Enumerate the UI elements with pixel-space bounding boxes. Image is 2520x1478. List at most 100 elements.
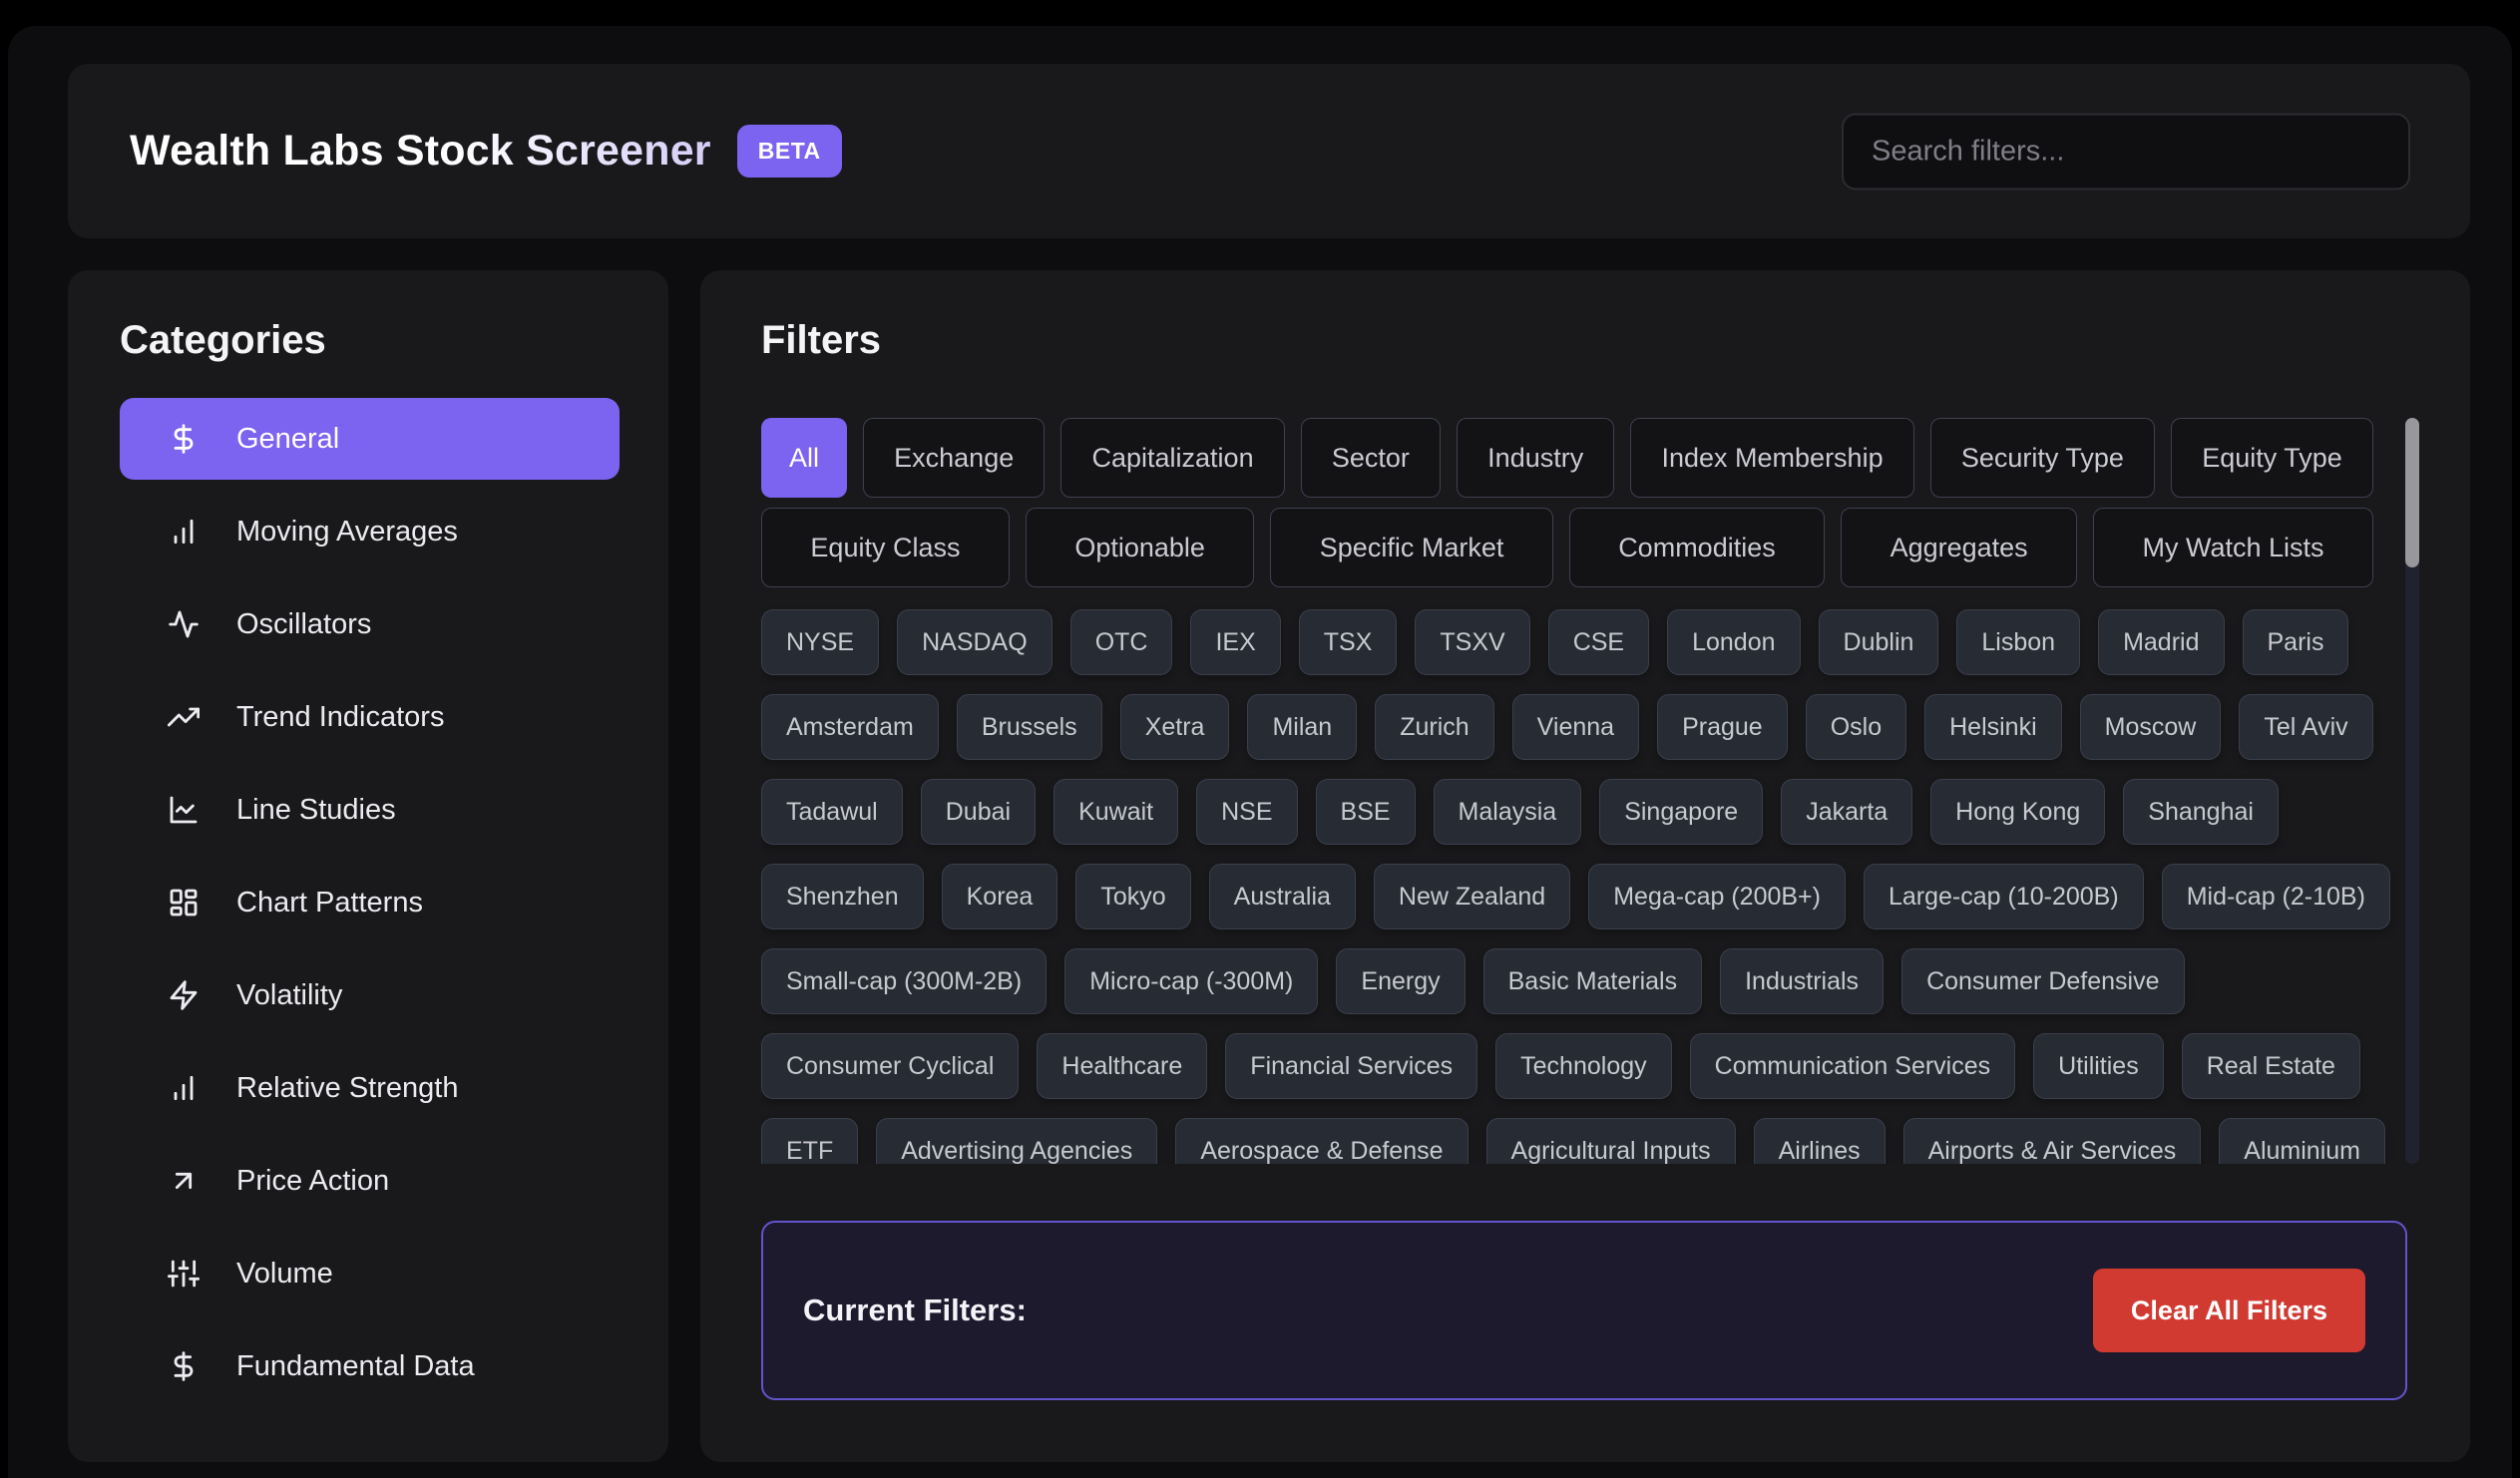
filter-chip-basic-materials[interactable]: Basic Materials [1483, 948, 1703, 1014]
filter-chip-utilities[interactable]: Utilities [2033, 1033, 2164, 1099]
filter-chip-nasdaq[interactable]: NASDAQ [897, 609, 1052, 675]
clear-all-filters-button[interactable]: Clear All Filters [2093, 1269, 2365, 1352]
filter-chip-london[interactable]: London [1667, 609, 1800, 675]
app-background: Wealth Labs Stock Screener BETA Categori… [8, 26, 2512, 1478]
filter-tab-industry[interactable]: Industry [1457, 418, 1614, 498]
sidebar-item-price-action[interactable]: Price Action [120, 1140, 620, 1222]
title-row: Wealth Labs Stock Screener BETA [130, 64, 842, 238]
filter-chip-nyse[interactable]: NYSE [761, 609, 879, 675]
filter-chip-shenzhen[interactable]: Shenzhen [761, 864, 924, 929]
filter-chip-vienna[interactable]: Vienna [1512, 694, 1639, 760]
filter-chip-tel-aviv[interactable]: Tel Aviv [2239, 694, 2372, 760]
filter-chip-xetra[interactable]: Xetra [1120, 694, 1230, 760]
filter-chip-technology[interactable]: Technology [1495, 1033, 1671, 1099]
filter-chip-bse[interactable]: BSE [1316, 779, 1416, 845]
filter-chip-jakarta[interactable]: Jakarta [1781, 779, 1912, 845]
filter-chip-industrials[interactable]: Industrials [1720, 948, 1884, 1014]
filter-chip-real-estate[interactable]: Real Estate [2182, 1033, 2360, 1099]
filter-tab-equity-class[interactable]: Equity Class [761, 508, 1010, 587]
filter-chip-aluminium[interactable]: Aluminium [2219, 1118, 2385, 1164]
filters-scrollbar-track[interactable] [2405, 418, 2419, 1164]
filter-chip-prague[interactable]: Prague [1657, 694, 1788, 760]
filter-chip-moscow[interactable]: Moscow [2080, 694, 2222, 760]
filters-scrollbar-thumb[interactable] [2405, 418, 2419, 567]
filter-chip-tsx[interactable]: TSX [1299, 609, 1398, 675]
sidebar-item-fundamental-data[interactable]: Fundamental Data [120, 1325, 620, 1407]
filter-chip-paris[interactable]: Paris [2243, 609, 2349, 675]
filter-chip-madrid[interactable]: Madrid [2098, 609, 2224, 675]
sidebar-item-volume[interactable]: Volume [120, 1233, 620, 1314]
filter-chip-aerospace-defense[interactable]: Aerospace & Defense [1175, 1118, 1468, 1164]
filter-chip-otc[interactable]: OTC [1070, 609, 1173, 675]
filter-tab-aggregates[interactable]: Aggregates [1841, 508, 2077, 587]
filter-chip-brussels[interactable]: Brussels [957, 694, 1102, 760]
filter-chip-mega-cap-200b[interactable]: Mega-cap (200B+) [1588, 864, 1846, 929]
filter-tab-row: AllExchangeCapitalizationSectorIndustryI… [761, 418, 2373, 498]
filter-chip-dublin[interactable]: Dublin [1819, 609, 1939, 675]
filter-chip-healthcare[interactable]: Healthcare [1037, 1033, 1207, 1099]
filter-chip-financial-services[interactable]: Financial Services [1225, 1033, 1477, 1099]
sidebar-item-moving-averages[interactable]: Moving Averages [120, 491, 620, 572]
filter-tab-sector[interactable]: Sector [1301, 418, 1441, 498]
filter-chip-mid-cap-2-10b[interactable]: Mid-cap (2-10B) [2162, 864, 2390, 929]
filter-chip-communication-services[interactable]: Communication Services [1690, 1033, 2016, 1099]
filter-chip-shanghai[interactable]: Shanghai [2123, 779, 2279, 845]
sidebar-item-chart-patterns[interactable]: Chart Patterns [120, 862, 620, 943]
arrow-up-right-icon [168, 1165, 200, 1197]
activity-icon [168, 608, 200, 640]
filter-chip-large-cap-10-200b[interactable]: Large-cap (10-200B) [1864, 864, 2144, 929]
sidebar-item-trend-indicators[interactable]: Trend Indicators [120, 676, 620, 758]
sidebar-item-general[interactable]: General [120, 398, 620, 480]
filter-chip-australia[interactable]: Australia [1209, 864, 1356, 929]
sidebar-panel: Categories GeneralMoving AveragesOscilla… [68, 270, 668, 1462]
filter-tab-security-type[interactable]: Security Type [1930, 418, 2155, 498]
filter-chip-cse[interactable]: CSE [1548, 609, 1649, 675]
filter-chip-tsxv[interactable]: TSXV [1415, 609, 1529, 675]
filter-chip-oslo[interactable]: Oslo [1806, 694, 1906, 760]
line-chart-icon [168, 794, 200, 826]
filter-chip-dubai[interactable]: Dubai [921, 779, 1036, 845]
filter-tab-my-watch-lists[interactable]: My Watch Lists [2093, 508, 2373, 587]
sidebar-item-line-studies[interactable]: Line Studies [120, 769, 620, 851]
filter-chip-nse[interactable]: NSE [1196, 779, 1297, 845]
filter-tab-capitalization[interactable]: Capitalization [1060, 418, 1284, 498]
filter-chip-kuwait[interactable]: Kuwait [1053, 779, 1178, 845]
filter-chip-iex[interactable]: IEX [1190, 609, 1280, 675]
filter-chip-etf[interactable]: ETF [761, 1118, 858, 1164]
sidebar-item-oscillators[interactable]: Oscillators [120, 583, 620, 665]
filter-tab-equity-type[interactable]: Equity Type [2171, 418, 2373, 498]
filter-chip-tokyo[interactable]: Tokyo [1075, 864, 1190, 929]
search-input[interactable] [1842, 113, 2410, 189]
filter-chip-new-zealand[interactable]: New Zealand [1374, 864, 1570, 929]
filter-tab-specific-market[interactable]: Specific Market [1270, 508, 1552, 587]
filter-chip-agricultural-inputs[interactable]: Agricultural Inputs [1486, 1118, 1736, 1164]
filter-chip-advertising-agencies[interactable]: Advertising Agencies [876, 1118, 1157, 1164]
sidebar-item-volatility[interactable]: Volatility [120, 954, 620, 1036]
filter-chip-energy[interactable]: Energy [1336, 948, 1465, 1014]
filter-chip-row: ETF Advertising Agencies Aerospace & Defen… [761, 1118, 2373, 1164]
filter-tab-optionable[interactable]: Optionable [1026, 508, 1254, 587]
filter-chip-malaysia[interactable]: Malaysia [1434, 779, 1582, 845]
filter-chip-airlines[interactable]: Airlines [1754, 1118, 1886, 1164]
filter-chip-micro-cap-300m[interactable]: Micro-cap (-300M) [1064, 948, 1318, 1014]
sidebar-item-relative-strength[interactable]: Relative Strength [120, 1047, 620, 1129]
filter-tab-index-membership[interactable]: Index Membership [1630, 418, 1913, 498]
filter-chip-small-cap-300m-2b[interactable]: Small-cap (300M-2B) [761, 948, 1047, 1014]
filters-scroll-area[interactable]: AllExchangeCapitalizationSectorIndustryI… [761, 418, 2419, 1164]
filter-chip-singapore[interactable]: Singapore [1599, 779, 1763, 845]
filter-chip-tadawul[interactable]: Tadawul [761, 779, 903, 845]
filter-chip-korea[interactable]: Korea [942, 864, 1058, 929]
filter-chip-airports-air-services[interactable]: Airports & Air Services [1903, 1118, 2202, 1164]
filter-chip-milan[interactable]: Milan [1247, 694, 1357, 760]
filter-chip-consumer-cyclical[interactable]: Consumer Cyclical [761, 1033, 1019, 1099]
filter-chip-helsinki[interactable]: Helsinki [1924, 694, 2062, 760]
filter-chip-consumer-defensive[interactable]: Consumer Defensive [1901, 948, 2184, 1014]
filter-tab-all[interactable]: All [761, 418, 847, 498]
filter-tab-commodities[interactable]: Commodities [1569, 508, 1825, 587]
filter-chip-amsterdam[interactable]: Amsterdam [761, 694, 939, 760]
filter-chip-lisbon[interactable]: Lisbon [1956, 609, 2080, 675]
filter-tab-exchange[interactable]: Exchange [863, 418, 1045, 498]
filter-chip-hong-kong[interactable]: Hong Kong [1930, 779, 2105, 845]
filter-chip-zurich[interactable]: Zurich [1375, 694, 1493, 760]
current-filters-box: Current Filters: Clear All Filters [761, 1221, 2407, 1400]
